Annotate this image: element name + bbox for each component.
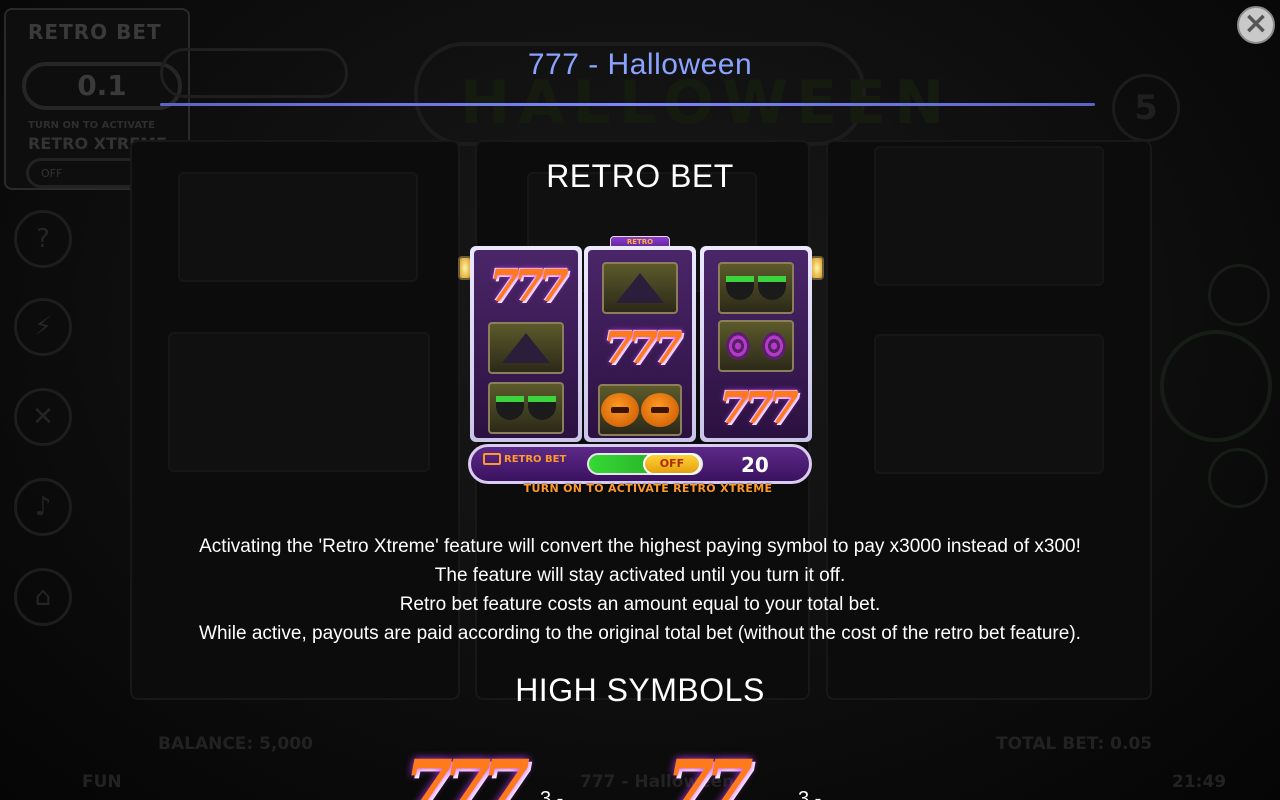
- reel-2: 777: [584, 246, 696, 442]
- symbol-pay: 3 - 300: [798, 788, 822, 800]
- pumpkin-symbol: [598, 384, 682, 436]
- description-line: While active, payouts are paid according…: [199, 623, 1081, 644]
- seven-symbol-icon: 777: [404, 744, 530, 800]
- bet-value: 20: [741, 453, 769, 477]
- witch-hat-symbol: [602, 262, 678, 314]
- retro-bet-bar: RETRO BET OFF 20: [468, 444, 812, 484]
- title-divider: [160, 103, 1095, 106]
- seven-symbol-icon: 77: [666, 744, 753, 800]
- retro-bet-logo: RETRO BET: [483, 453, 566, 465]
- description-line: Activating the 'Retro Xtreme' feature wi…: [199, 536, 1081, 557]
- cauldron-symbol: [488, 382, 564, 434]
- symbol-pay: 3 - 3,000: [540, 788, 564, 800]
- section-title-high-symbols: HIGH SYMBOLS: [515, 672, 765, 708]
- retro-bet-caption: TURN ON TO ACTIVATE RETRO XTREME: [523, 482, 773, 495]
- page-title: 777 - Halloween: [527, 48, 753, 81]
- paytable-overlay: × 777 - Halloween RETRO BET RETRO XTREME…: [0, 0, 1280, 800]
- seven-symbol: 777: [719, 382, 799, 434]
- toggle-knob: OFF: [643, 453, 701, 475]
- seven-symbol: 777: [603, 322, 683, 374]
- description-line: The feature will stay activated until yo…: [434, 565, 846, 586]
- retro-bet-description: Activating the 'Retro Xtreme' feature wi…: [0, 532, 1280, 648]
- reel-1: 777: [470, 246, 582, 442]
- reel-3: 777: [700, 246, 812, 442]
- seven-symbol: 777: [489, 260, 569, 312]
- cauldron-symbol: [718, 262, 794, 314]
- lollipop-symbol: [718, 320, 794, 372]
- retro-bet-toggle: OFF: [587, 453, 703, 475]
- retro-bet-illustration: RETRO XTREME 777 777 777 RETRO BET: [456, 236, 826, 504]
- lantern-icon: [810, 256, 824, 280]
- witch-hat-symbol: [488, 322, 564, 374]
- close-icon[interactable]: ×: [1237, 6, 1275, 44]
- description-line: Retro bet feature costs an amount equal …: [399, 594, 881, 615]
- section-title-retro-bet: RETRO BET: [546, 158, 734, 194]
